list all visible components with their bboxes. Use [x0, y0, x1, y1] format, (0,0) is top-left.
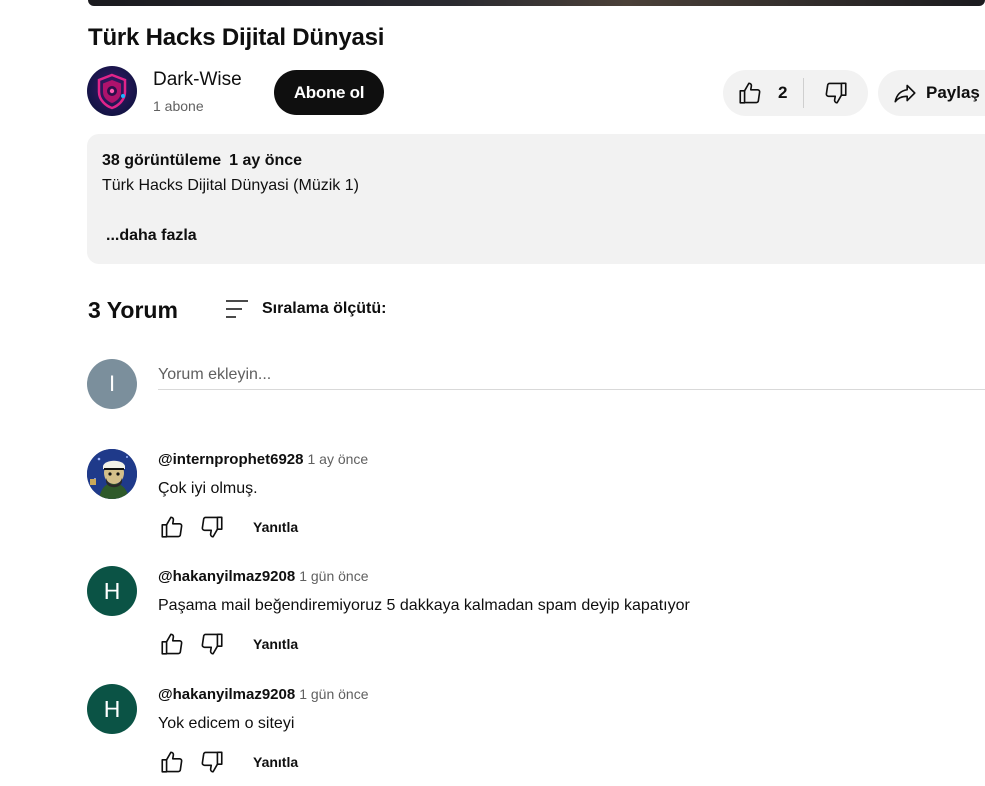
comment-author[interactable]: @hakanyilmaz9208 1 gün önce	[158, 568, 369, 585]
reply-button[interactable]: Yanıtla	[253, 636, 298, 652]
comment-actions: Yanıtla	[153, 748, 298, 776]
dislike-button[interactable]	[804, 70, 868, 116]
comment-author-handle[interactable]: @internprophet6928	[158, 451, 304, 468]
comment-like-button[interactable]	[153, 630, 191, 658]
description-text: Türk Hacks Dijital Dünyasi (Müzik 1)	[102, 177, 359, 194]
sort-icon	[226, 300, 248, 318]
thumbs-up-icon	[739, 82, 761, 104]
comment-author[interactable]: @internprophet6928 1 ay önce	[158, 451, 368, 468]
view-count: 38 görüntüleme	[102, 152, 222, 169]
reply-button[interactable]: Yanıtla	[253, 519, 298, 535]
commenter-avatar[interactable]: H	[87, 684, 137, 734]
comment-author[interactable]: @hakanyilmaz9208 1 gün önce	[158, 686, 369, 703]
thumbs-down-icon	[201, 751, 223, 773]
comment-time[interactable]: 1 ay önce	[308, 451, 369, 467]
share-icon	[894, 84, 916, 103]
comment-dislike-button[interactable]	[193, 748, 231, 776]
reply-button[interactable]: Yanıtla	[253, 754, 298, 770]
thumbs-up-icon	[161, 751, 183, 773]
comment-actions: Yanıtla	[153, 630, 298, 658]
current-user-avatar: I	[87, 359, 137, 409]
shield-logo-icon	[97, 73, 127, 110]
share-label: Paylaş	[926, 83, 980, 102]
upload-date: 1 ay önce	[229, 152, 303, 169]
like-count: 2	[778, 83, 788, 102]
sort-button[interactable]: Sıralama ölçütü:	[224, 297, 386, 321]
comment-time[interactable]: 1 gün önce	[299, 686, 368, 702]
channel-avatar[interactable]	[87, 66, 137, 116]
like-dislike-group: 2	[723, 70, 868, 116]
comment-author-handle[interactable]: @hakanyilmaz9208	[158, 568, 295, 585]
commenter-avatar[interactable]: H	[87, 566, 137, 616]
video-title: Türk Hacks Dijital Dünyasi	[88, 24, 385, 51]
avatar-illustration-icon	[87, 449, 137, 499]
show-more-link[interactable]: ...daha fazla	[106, 227, 197, 245]
comment-like-button[interactable]	[153, 513, 191, 541]
thumbs-down-icon	[201, 516, 223, 538]
description-box[interactable]: 38 görüntüleme 1 ay önce Türk Hacks Dijit…	[87, 134, 985, 264]
comment-text: Çok iyi olmuş.	[158, 480, 258, 497]
comment-dislike-button[interactable]	[193, 513, 231, 541]
subscriber-count: 1 abone	[153, 98, 204, 114]
comments-count: 3 Yorum	[88, 297, 178, 323]
thumbs-down-icon	[825, 82, 847, 104]
video-player-bottom[interactable]	[88, 0, 985, 6]
sort-label: Sıralama ölçütü:	[262, 300, 387, 317]
like-button[interactable]: 2	[723, 70, 803, 116]
share-button[interactable]: Paylaş	[878, 70, 985, 116]
description-meta: 38 görüntüleme 1 ay önce	[102, 152, 302, 170]
comment-author-handle[interactable]: @hakanyilmaz9208	[158, 686, 295, 703]
thumbs-up-icon	[161, 516, 183, 538]
comment-like-button[interactable]	[153, 748, 191, 776]
subscribe-button[interactable]: Abone ol	[274, 70, 384, 115]
comment-actions: Yanıtla	[153, 513, 298, 541]
comment-text: Yok edicem o siteyi	[158, 715, 295, 732]
thumbs-up-icon	[161, 633, 183, 655]
commenter-avatar[interactable]	[87, 449, 137, 499]
comment-time[interactable]: 1 gün önce	[299, 568, 368, 584]
thumbs-down-icon	[201, 633, 223, 655]
comment-input[interactable]	[158, 360, 985, 390]
comment-dislike-button[interactable]	[193, 630, 231, 658]
channel-name[interactable]: Dark-Wise	[153, 69, 242, 91]
comment-text: Paşama mail beğendiremiyoruz 5 dakkaya k…	[158, 597, 690, 614]
